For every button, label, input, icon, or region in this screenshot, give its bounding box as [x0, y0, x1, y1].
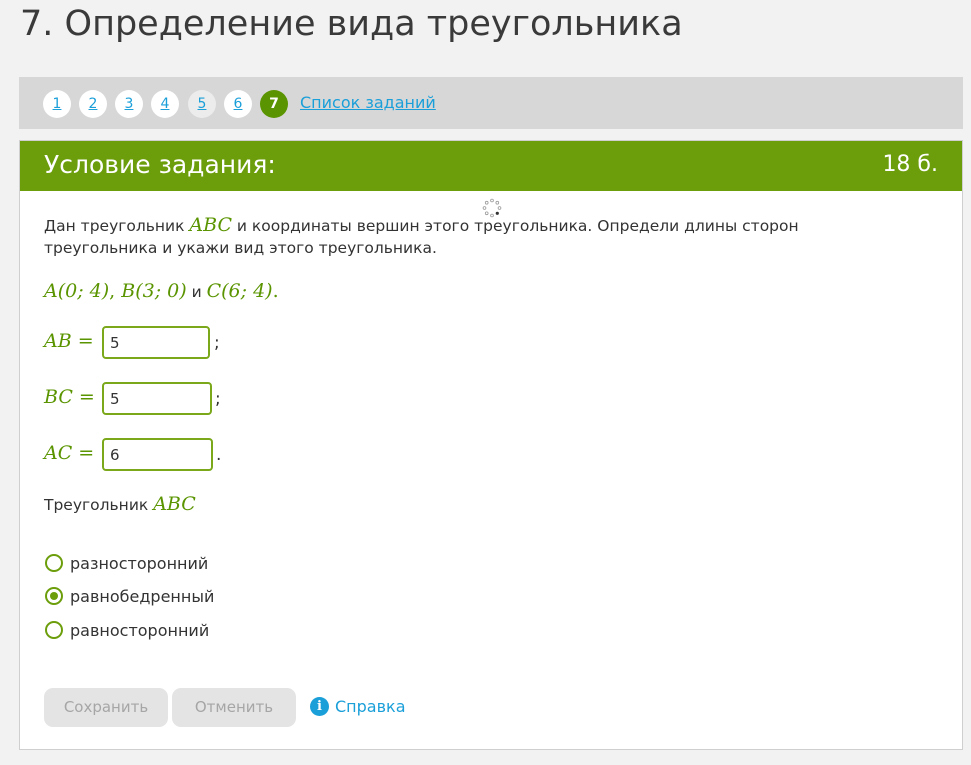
equation-ac-label: AC =: [44, 442, 95, 464]
task-nav: 1 2 3 4 5 6 7 Список заданий: [19, 77, 963, 129]
nav-task-5[interactable]: 5: [188, 90, 216, 118]
equation-ac-punct: .: [216, 445, 222, 465]
coord-b: B(3; 0): [121, 280, 187, 302]
radio-equilateral[interactable]: [45, 621, 63, 639]
nav-task-4[interactable]: 4: [151, 90, 179, 118]
option-isosceles-label: равнобедренный: [70, 587, 215, 606]
radio-scalene[interactable]: [45, 554, 63, 572]
help-link-label: Справка: [335, 697, 406, 716]
nav-task-3[interactable]: 3: [115, 90, 143, 118]
task-intro: Дан треугольник ABC и координаты вершин …: [44, 214, 894, 259]
intro-math-abc: ABC: [189, 214, 232, 236]
nav-task-6[interactable]: 6: [224, 90, 252, 118]
coord-end: .: [272, 280, 279, 302]
task-header-title: Условие задания:: [44, 150, 276, 179]
nav-task-7-current[interactable]: 7: [260, 90, 288, 118]
equation-ab-punct: ;: [214, 333, 220, 353]
cancel-button[interactable]: Отменить: [172, 688, 296, 727]
ac-answer-input[interactable]: [102, 438, 213, 471]
triangle-type-label: Треугольник ABC: [44, 493, 196, 515]
page-title: 7. Определение вида треугольника: [20, 4, 683, 44]
coord-c: C(6; 4): [206, 280, 273, 302]
save-button[interactable]: Сохранить: [44, 688, 168, 727]
bc-answer-input[interactable]: [102, 382, 212, 415]
task-header: Условие задания: 18 б.: [20, 141, 962, 191]
coord-and: и: [186, 283, 207, 301]
nav-task-1[interactable]: 1: [43, 90, 71, 118]
coord-a: A(0; 4): [44, 280, 110, 302]
task-card: Условие задания: 18 б. Дан треугольник A…: [19, 140, 963, 750]
info-icon: i: [310, 697, 329, 716]
ab-answer-input[interactable]: [102, 326, 210, 359]
nav-task-2[interactable]: 2: [79, 90, 107, 118]
option-scalene-label: разносторонний: [70, 554, 209, 573]
triangle-label-math: ABC: [153, 493, 196, 515]
equation-ab-label: AB =: [44, 330, 94, 352]
vertex-coordinates: A(0; 4), B(3; 0) и C(6; 4).: [44, 280, 279, 302]
equation-bc-label: BC =: [44, 386, 95, 408]
triangle-label-text: Треугольник: [44, 496, 154, 514]
radio-isosceles[interactable]: [45, 587, 63, 605]
coord-sep: ,: [109, 280, 122, 302]
task-score: 18 б.: [882, 152, 938, 177]
task-list-link[interactable]: Список заданий: [300, 93, 436, 112]
option-equilateral-label: равносторонний: [70, 621, 210, 640]
intro-text-start: Дан треугольник: [44, 217, 190, 235]
equation-bc-punct: ;: [215, 389, 221, 409]
